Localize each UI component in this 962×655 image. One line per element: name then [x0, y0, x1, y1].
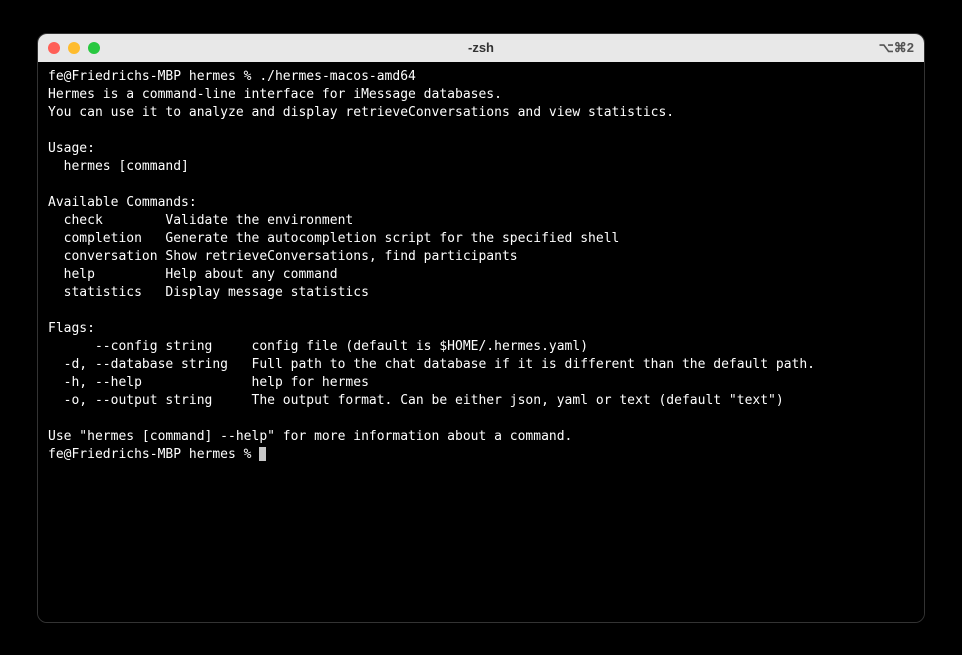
- output-line: statistics Display message statistics: [48, 285, 369, 300]
- shell-prompt: fe@Friedrichs-MBP hermes %: [48, 447, 259, 462]
- output-line: Usage:: [48, 141, 95, 156]
- output-line: check Validate the environment: [48, 213, 353, 228]
- window-title: -zsh: [38, 40, 924, 55]
- output-line: help Help about any command: [48, 267, 338, 282]
- terminal-window: -zsh ⌥⌘2 fe@Friedrichs-MBP hermes % ./he…: [37, 33, 925, 623]
- titlebar[interactable]: -zsh ⌥⌘2: [38, 34, 924, 62]
- close-icon[interactable]: [48, 42, 60, 54]
- window-shortcut-indicator: ⌥⌘2: [879, 40, 914, 56]
- terminal-body[interactable]: fe@Friedrichs-MBP hermes % ./hermes-maco…: [38, 62, 924, 622]
- cursor-icon: [259, 447, 266, 461]
- minimize-icon[interactable]: [68, 42, 80, 54]
- output-line: Hermes is a command-line interface for i…: [48, 87, 502, 102]
- output-line: -h, --help help for hermes: [48, 375, 369, 390]
- output-line: Flags:: [48, 321, 95, 336]
- output-line: hermes [command]: [48, 159, 189, 174]
- traffic-lights: [48, 42, 100, 54]
- shell-prompt: fe@Friedrichs-MBP hermes %: [48, 69, 259, 84]
- output-line: completion Generate the autocompletion s…: [48, 231, 619, 246]
- shell-command: ./hermes-macos-amd64: [259, 69, 416, 84]
- output-line: Use "hermes [command] --help" for more i…: [48, 429, 572, 444]
- maximize-icon[interactable]: [88, 42, 100, 54]
- output-line: -d, --database string Full path to the c…: [48, 357, 815, 372]
- output-line: --config string config file (default is …: [48, 339, 588, 354]
- output-line: conversation Show retrieveConversations,…: [48, 249, 518, 264]
- output-line: Available Commands:: [48, 195, 197, 210]
- output-line: You can use it to analyze and display re…: [48, 105, 674, 120]
- output-line: -o, --output string The output format. C…: [48, 393, 784, 408]
